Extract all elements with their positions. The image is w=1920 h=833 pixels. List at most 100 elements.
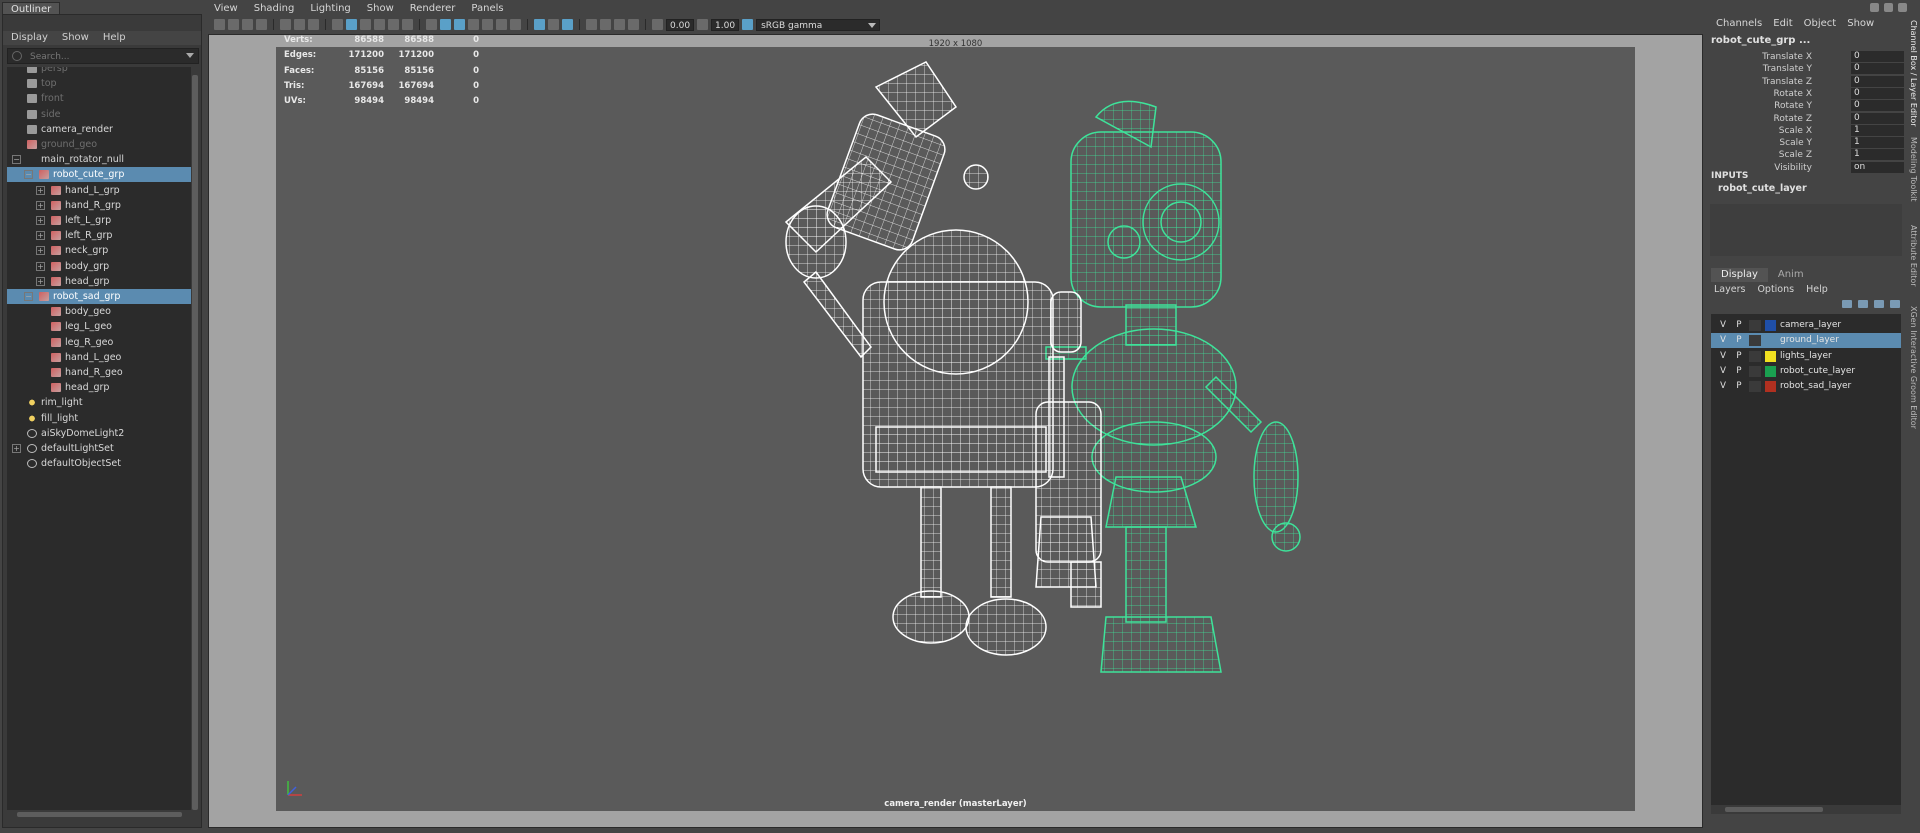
cb-menu-channels[interactable]: Channels xyxy=(1716,18,1762,29)
channel-attribute[interactable]: Rotate Z 0 xyxy=(1708,112,1904,125)
outliner-horizontal-scrollbar[interactable] xyxy=(7,810,193,819)
menu-shading[interactable]: Shading xyxy=(254,2,295,16)
attribute-value-field[interactable]: 0 xyxy=(1851,112,1904,124)
outliner-menu-display[interactable]: Display xyxy=(11,31,48,45)
smooth-shade-icon[interactable] xyxy=(440,19,451,30)
channel-attribute[interactable]: Rotate X 0 xyxy=(1708,87,1904,100)
viewport-panel[interactable]: 1920 x 1080 Verts: 86588 86588 0 Edges: 17120… xyxy=(208,34,1703,828)
input-node-item[interactable]: robot_cute_layer xyxy=(1718,183,1807,194)
scrollbar-thumb[interactable] xyxy=(17,812,182,817)
attribute-name[interactable]: Scale Z xyxy=(1779,149,1812,161)
attribute-name[interactable]: Rotate X xyxy=(1774,88,1813,100)
new-layer-from-selected-icon[interactable] xyxy=(1890,300,1900,308)
search-options-chevron-icon[interactable] xyxy=(186,53,194,58)
outliner-item[interactable]: + left_L_grp xyxy=(7,213,193,228)
toggle-attribute-editor-icon[interactable] xyxy=(1884,3,1893,12)
exposure-icon[interactable] xyxy=(652,19,663,30)
outliner-item[interactable]: − robot_cute_grp xyxy=(7,167,193,183)
toggle-channel-box-icon[interactable] xyxy=(1870,3,1879,12)
shadows-icon[interactable] xyxy=(496,19,507,30)
cb-menu-edit[interactable]: Edit xyxy=(1773,18,1792,29)
outliner-item[interactable]: leg_R_geo xyxy=(7,335,193,350)
attribute-name[interactable]: Rotate Z xyxy=(1774,113,1813,125)
collapse-icon[interactable]: − xyxy=(12,155,21,165)
expand-icon[interactable]: + xyxy=(36,261,45,271)
layer-row[interactable]: V Pcamera_layer xyxy=(1711,318,1901,333)
outliner-item[interactable]: − robot_sad_grp xyxy=(7,289,193,304)
new-layer-icon[interactable] xyxy=(1874,300,1884,308)
outliner-vertical-scrollbar[interactable] xyxy=(191,67,199,819)
display-type-toggle[interactable] xyxy=(1749,350,1761,362)
wireframe-on-shaded-icon[interactable] xyxy=(454,19,465,30)
screen-space-ao-icon[interactable] xyxy=(614,19,625,30)
attribute-name[interactable]: Translate Z xyxy=(1762,76,1812,88)
expand-icon[interactable]: + xyxy=(36,185,45,195)
menu-renderer[interactable]: Renderer xyxy=(410,2,456,16)
outliner-menu-show[interactable]: Show xyxy=(62,31,89,45)
channel-attribute[interactable]: Scale Y 1 xyxy=(1708,137,1904,149)
textured-icon[interactable] xyxy=(468,19,479,30)
tab-channel-box[interactable]: Channel Box / Layer Editor xyxy=(1906,20,1918,127)
display-type-toggle[interactable] xyxy=(1749,381,1761,393)
attribute-value-field[interactable]: 1 xyxy=(1851,149,1904,161)
outliner-item[interactable]: hand_L_geo xyxy=(7,350,193,365)
channel-attribute[interactable]: Rotate Y 0 xyxy=(1708,100,1904,112)
channel-attribute[interactable]: Scale X 1 xyxy=(1708,124,1904,137)
playback-toggle[interactable]: P xyxy=(1733,333,1745,348)
outliner-item[interactable]: + hand_L_grp xyxy=(7,183,193,198)
tab-display[interactable]: Display xyxy=(1711,268,1768,282)
cb-menu-object[interactable]: Object xyxy=(1804,18,1837,29)
tab-attribute-editor[interactable]: Attribute Editor xyxy=(1906,225,1918,287)
collapse-icon[interactable]: − xyxy=(24,170,33,180)
outliner-item[interactable]: top xyxy=(7,76,193,91)
gate-mask-icon[interactable] xyxy=(360,19,371,30)
layer-color-swatch[interactable] xyxy=(1765,350,1776,362)
attribute-name[interactable]: Translate Y xyxy=(1763,63,1812,75)
channel-attribute[interactable]: Translate Y 0 xyxy=(1708,63,1904,75)
outliner-tree[interactable]: persp top front side camera_render ground_geo… xyxy=(7,67,193,817)
outliner-item[interactable]: front xyxy=(7,91,193,106)
layer-row[interactable]: V Plights_layer xyxy=(1711,349,1901,364)
expand-icon[interactable]: + xyxy=(36,246,45,256)
gamma-field[interactable]: 1.00 xyxy=(711,18,740,31)
menu-view[interactable]: View xyxy=(214,2,238,16)
outliner-item[interactable]: hand_R_geo xyxy=(7,365,193,380)
scrollbar-thumb[interactable] xyxy=(192,75,198,810)
select-camera-icon[interactable] xyxy=(214,19,225,30)
attribute-value-field[interactable]: 0 xyxy=(1851,51,1904,62)
2d-pan-zoom-icon[interactable] xyxy=(294,19,305,30)
xray-icon[interactable] xyxy=(548,19,559,30)
toggle-tool-settings-icon[interactable] xyxy=(1898,3,1907,12)
motion-blur-icon[interactable] xyxy=(600,19,611,30)
visibility-toggle[interactable]: V xyxy=(1717,318,1729,333)
display-type-toggle[interactable] xyxy=(1749,320,1761,331)
attribute-value-field[interactable]: 0 xyxy=(1851,75,1904,87)
cb-menu-show[interactable]: Show xyxy=(1847,18,1874,29)
playback-toggle[interactable]: P xyxy=(1733,364,1745,379)
attribute-value-field[interactable]: on xyxy=(1851,161,1904,173)
color-management-icon[interactable] xyxy=(742,19,754,30)
playback-toggle[interactable]: P xyxy=(1733,349,1745,364)
outliner-item[interactable]: persp xyxy=(7,67,193,76)
channel-attribute[interactable]: Scale Z 1 xyxy=(1708,149,1904,161)
move-layer-up-icon[interactable] xyxy=(1842,300,1852,308)
scrollbar-thumb[interactable] xyxy=(1725,807,1823,812)
layer-row[interactable]: V Probot_sad_layer xyxy=(1711,379,1901,394)
outliner-item[interactable]: leg_L_geo xyxy=(7,319,193,334)
outliner-item[interactable]: head_grp xyxy=(7,380,193,395)
use-all-lights-icon[interactable] xyxy=(482,19,493,30)
tab-xgen-groom-editor[interactable]: XGen Interactive Groom Editor xyxy=(1906,306,1918,429)
menu-show[interactable]: Show xyxy=(367,2,394,16)
bookmark-icon[interactable] xyxy=(242,19,253,30)
outliner-item[interactable]: fill_light xyxy=(7,411,193,426)
collapse-icon[interactable]: − xyxy=(24,292,33,301)
display-type-toggle[interactable] xyxy=(1749,365,1761,377)
layer-color-swatch[interactable] xyxy=(1765,381,1776,393)
channel-attribute[interactable]: Translate X 0 xyxy=(1708,51,1904,63)
layer-editor-horizontal-scrollbar[interactable] xyxy=(1711,805,1901,814)
tab-modeling-toolkit[interactable]: Modeling Toolkit xyxy=(1906,137,1918,201)
expand-icon[interactable]: + xyxy=(36,200,45,210)
attribute-name[interactable]: Scale Y xyxy=(1779,137,1812,149)
outliner-item[interactable]: side xyxy=(7,107,193,122)
multisample-aa-icon[interactable] xyxy=(586,19,597,30)
